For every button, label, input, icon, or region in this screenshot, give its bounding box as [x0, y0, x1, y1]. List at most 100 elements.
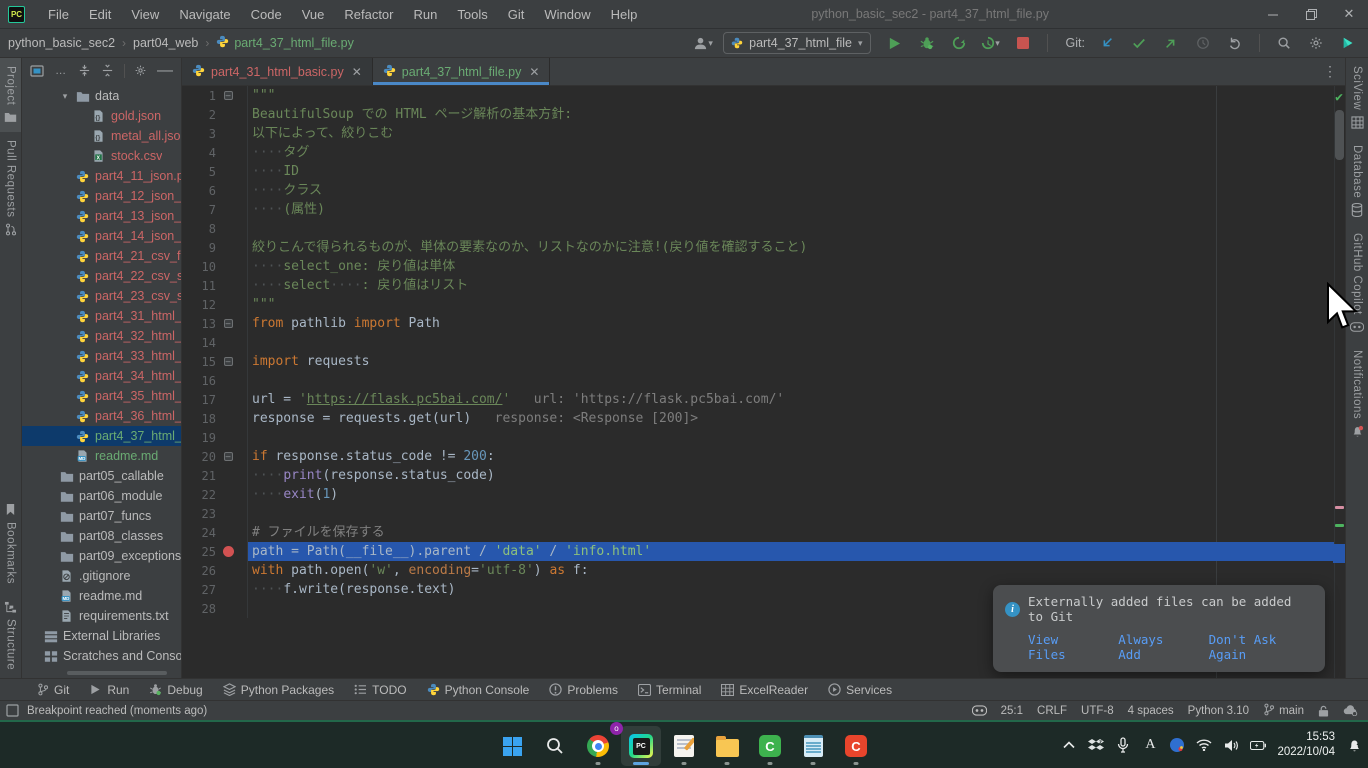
pycharm-taskbar-icon[interactable]: PC — [621, 726, 661, 766]
copilot-status-icon[interactable] — [972, 705, 987, 716]
editor-line-13[interactable]: 13–from pathlib import Path — [182, 314, 1345, 333]
toolwindow-run[interactable]: Run — [89, 683, 129, 697]
close-button[interactable]: ✕ — [1330, 0, 1368, 28]
breadcrumb-item[interactable]: python_basic_sec2 — [8, 36, 115, 50]
tool-stripe-structure[interactable]: Structure — [0, 592, 21, 678]
tree-item-readme-md[interactable]: MDreadme.md — [22, 586, 181, 606]
toolwindow-python-console[interactable]: Python Console — [427, 683, 530, 697]
tab-options-icon[interactable]: ⋮ — [1315, 58, 1345, 85]
editor-line-16[interactable]: 16 — [182, 371, 1345, 390]
menu-file[interactable]: File — [39, 3, 78, 26]
tool-stripe-sciview[interactable]: SciView — [1346, 58, 1368, 137]
ime-mode-icon[interactable]: A — [1142, 737, 1158, 753]
editor-line-10[interactable]: 10····select_one: 戻り値は単体 — [182, 257, 1345, 276]
toolwindow-services[interactable]: Services — [828, 683, 892, 697]
fold-marker-icon[interactable]: – — [224, 91, 233, 100]
locate-file-icon[interactable] — [30, 63, 44, 79]
tree-item-part4-32-html-tag-py[interactable]: part4_32_html_tag.py — [22, 326, 181, 346]
tree-item-part4-22-csv-split-lines[interactable]: part4_22_csv_split_lines — [22, 266, 181, 286]
toolwindow-python-packages[interactable]: Python Packages — [223, 683, 334, 697]
toolwindow-excelreader[interactable]: ExcelReader — [721, 683, 808, 697]
menu-vue[interactable]: Vue — [293, 3, 334, 26]
git-commit-button[interactable] — [1127, 32, 1151, 54]
tree-item-part09-exceptions[interactable]: part09_exceptions — [22, 546, 181, 566]
editor-line-24[interactable]: 24# ファイルを保存する — [182, 523, 1345, 542]
toolwindow-terminal[interactable]: Terminal — [638, 683, 701, 697]
tab-close-icon[interactable]: ✕ — [352, 65, 362, 79]
toolwindow-debug[interactable]: Debug — [149, 683, 202, 697]
tree-item-readme-md[interactable]: MDreadme.md — [22, 446, 181, 466]
editor-line-18[interactable]: 18response = requests.get(url) response:… — [182, 409, 1345, 428]
taskbar-search-icon[interactable] — [535, 726, 575, 766]
tree-item-stock-csv[interactable]: Xstock.csv — [22, 146, 181, 166]
tool-stripe-github-copilot[interactable]: GitHub Copilot — [1346, 225, 1368, 342]
editor-line-22[interactable]: 22····exit(1) — [182, 485, 1345, 504]
tree-item-gold-json[interactable]: {}gold.json — [22, 106, 181, 126]
tool-stripe-project[interactable]: Project — [0, 58, 21, 132]
git-update-button[interactable] — [1095, 32, 1119, 54]
tree-item-metal-all-json[interactable]: {}metal_all.json — [22, 126, 181, 146]
editor-line-6[interactable]: 6····クラス — [182, 181, 1345, 200]
menu-help[interactable]: Help — [602, 3, 647, 26]
tree-item-part4-34-html-class-py[interactable]: part4_34_html_class.py — [22, 366, 181, 386]
camtasia-recorder-icon[interactable]: C — [836, 726, 876, 766]
taskbar-clock[interactable]: 15:53 2022/10/04 — [1277, 730, 1335, 760]
tree-item-part08-classes[interactable]: part08_classes — [22, 526, 181, 546]
menu-window[interactable]: Window — [535, 3, 599, 26]
scrollbar-thumb[interactable] — [1335, 110, 1344, 160]
text-editor-icon[interactable] — [664, 726, 704, 766]
editor-tab-part4_37_html_file-py[interactable]: part4_37_html_file.py✕ — [373, 58, 551, 85]
fold-marker-icon[interactable]: – — [224, 452, 233, 461]
menu-run[interactable]: Run — [405, 3, 447, 26]
git-push-button[interactable] — [1159, 32, 1183, 54]
editor[interactable]: 1–"""2BeautifulSoup での HTML ページ解析の基本方針:3… — [182, 86, 1345, 678]
editor-line-9[interactable]: 9絞りこんで得られるものが、単体の要素なのか、リストなのかに注意!(戻り値を確認… — [182, 238, 1345, 257]
tree-item-part4-37-html-file-py[interactable]: part4_37_html_file.py — [22, 426, 181, 446]
editor-line-19[interactable]: 19 — [182, 428, 1345, 447]
maximize-button[interactable] — [1292, 0, 1330, 28]
tree-item-part4-12-json-file-py[interactable]: part4_12_json_file.py — [22, 186, 181, 206]
status-utf-8[interactable]: UTF-8 — [1081, 705, 1114, 717]
toolwindow-switcher-icon[interactable] — [6, 704, 19, 717]
tree-item-external-libraries[interactable]: External Libraries — [22, 626, 181, 646]
tray-chevron-up-icon[interactable] — [1061, 737, 1077, 753]
editor-line-1[interactable]: 1–""" — [182, 86, 1345, 105]
microphone-icon[interactable] — [1115, 737, 1131, 753]
run-configuration-select[interactable]: part4_37_html_file ▾ — [723, 32, 870, 54]
wifi-icon[interactable] — [1196, 737, 1212, 753]
inspection-ok-icon[interactable]: ✔ — [1335, 90, 1343, 105]
menu-edit[interactable]: Edit — [80, 3, 120, 26]
tree-item-part4-13-json-list-py[interactable]: part4_13_json_list.py — [22, 206, 181, 226]
status-crlf[interactable]: CRLF — [1037, 705, 1067, 717]
editor-line-14[interactable]: 14 — [182, 333, 1345, 352]
tree-item-part4-11-json-py[interactable]: part4_11_json.py — [22, 166, 181, 186]
fold-marker-icon[interactable]: – — [224, 319, 233, 328]
fold-marker-icon[interactable]: – — [224, 357, 233, 366]
code-with-me-icon[interactable] — [1336, 32, 1360, 54]
dropbox-sync-icon[interactable]: z — [1088, 737, 1104, 753]
search-everywhere-icon[interactable] — [1272, 32, 1296, 54]
tree-item-part4-14-json-list-file-p[interactable]: part4_14_json_list_file.p — [22, 226, 181, 246]
battery-icon[interactable] — [1250, 737, 1266, 753]
minimize-button[interactable] — [1254, 0, 1292, 28]
run-button[interactable] — [883, 32, 907, 54]
menu-code[interactable]: Code — [242, 3, 291, 26]
notification-action-view-files[interactable]: View Files — [1028, 632, 1096, 662]
editor-scrollbar[interactable] — [1334, 86, 1345, 678]
notification-action-don-t-ask-again[interactable]: Don't Ask Again — [1209, 632, 1311, 662]
git-branch-widget[interactable]: main — [1263, 703, 1304, 719]
lock-icon[interactable] — [1318, 705, 1329, 717]
breadcrumb-item[interactable]: part4_37_html_file.py — [216, 35, 354, 51]
camtasia-icon[interactable]: C — [750, 726, 790, 766]
editor-line-21[interactable]: 21····print(response.status_code) — [182, 466, 1345, 485]
status-25-1[interactable]: 25:1 — [1001, 705, 1023, 717]
panel-settings-gear-icon[interactable] — [134, 63, 148, 79]
tool-stripe-pull-requests[interactable]: Pull Requests — [0, 132, 21, 244]
editor-line-20[interactable]: 20–if response.status_code != 200: — [182, 447, 1345, 466]
tool-stripe-bookmarks[interactable]: Bookmarks — [0, 495, 21, 592]
expand-all-icon[interactable] — [77, 63, 91, 79]
editor-line-17[interactable]: 17url = 'https://flask.pc5bai.com/' url:… — [182, 390, 1345, 409]
tree-item-part07-funcs[interactable]: part07_funcs — [22, 506, 181, 526]
tab-close-icon[interactable]: ✕ — [529, 65, 539, 79]
breakpoint-icon[interactable] — [223, 546, 234, 557]
